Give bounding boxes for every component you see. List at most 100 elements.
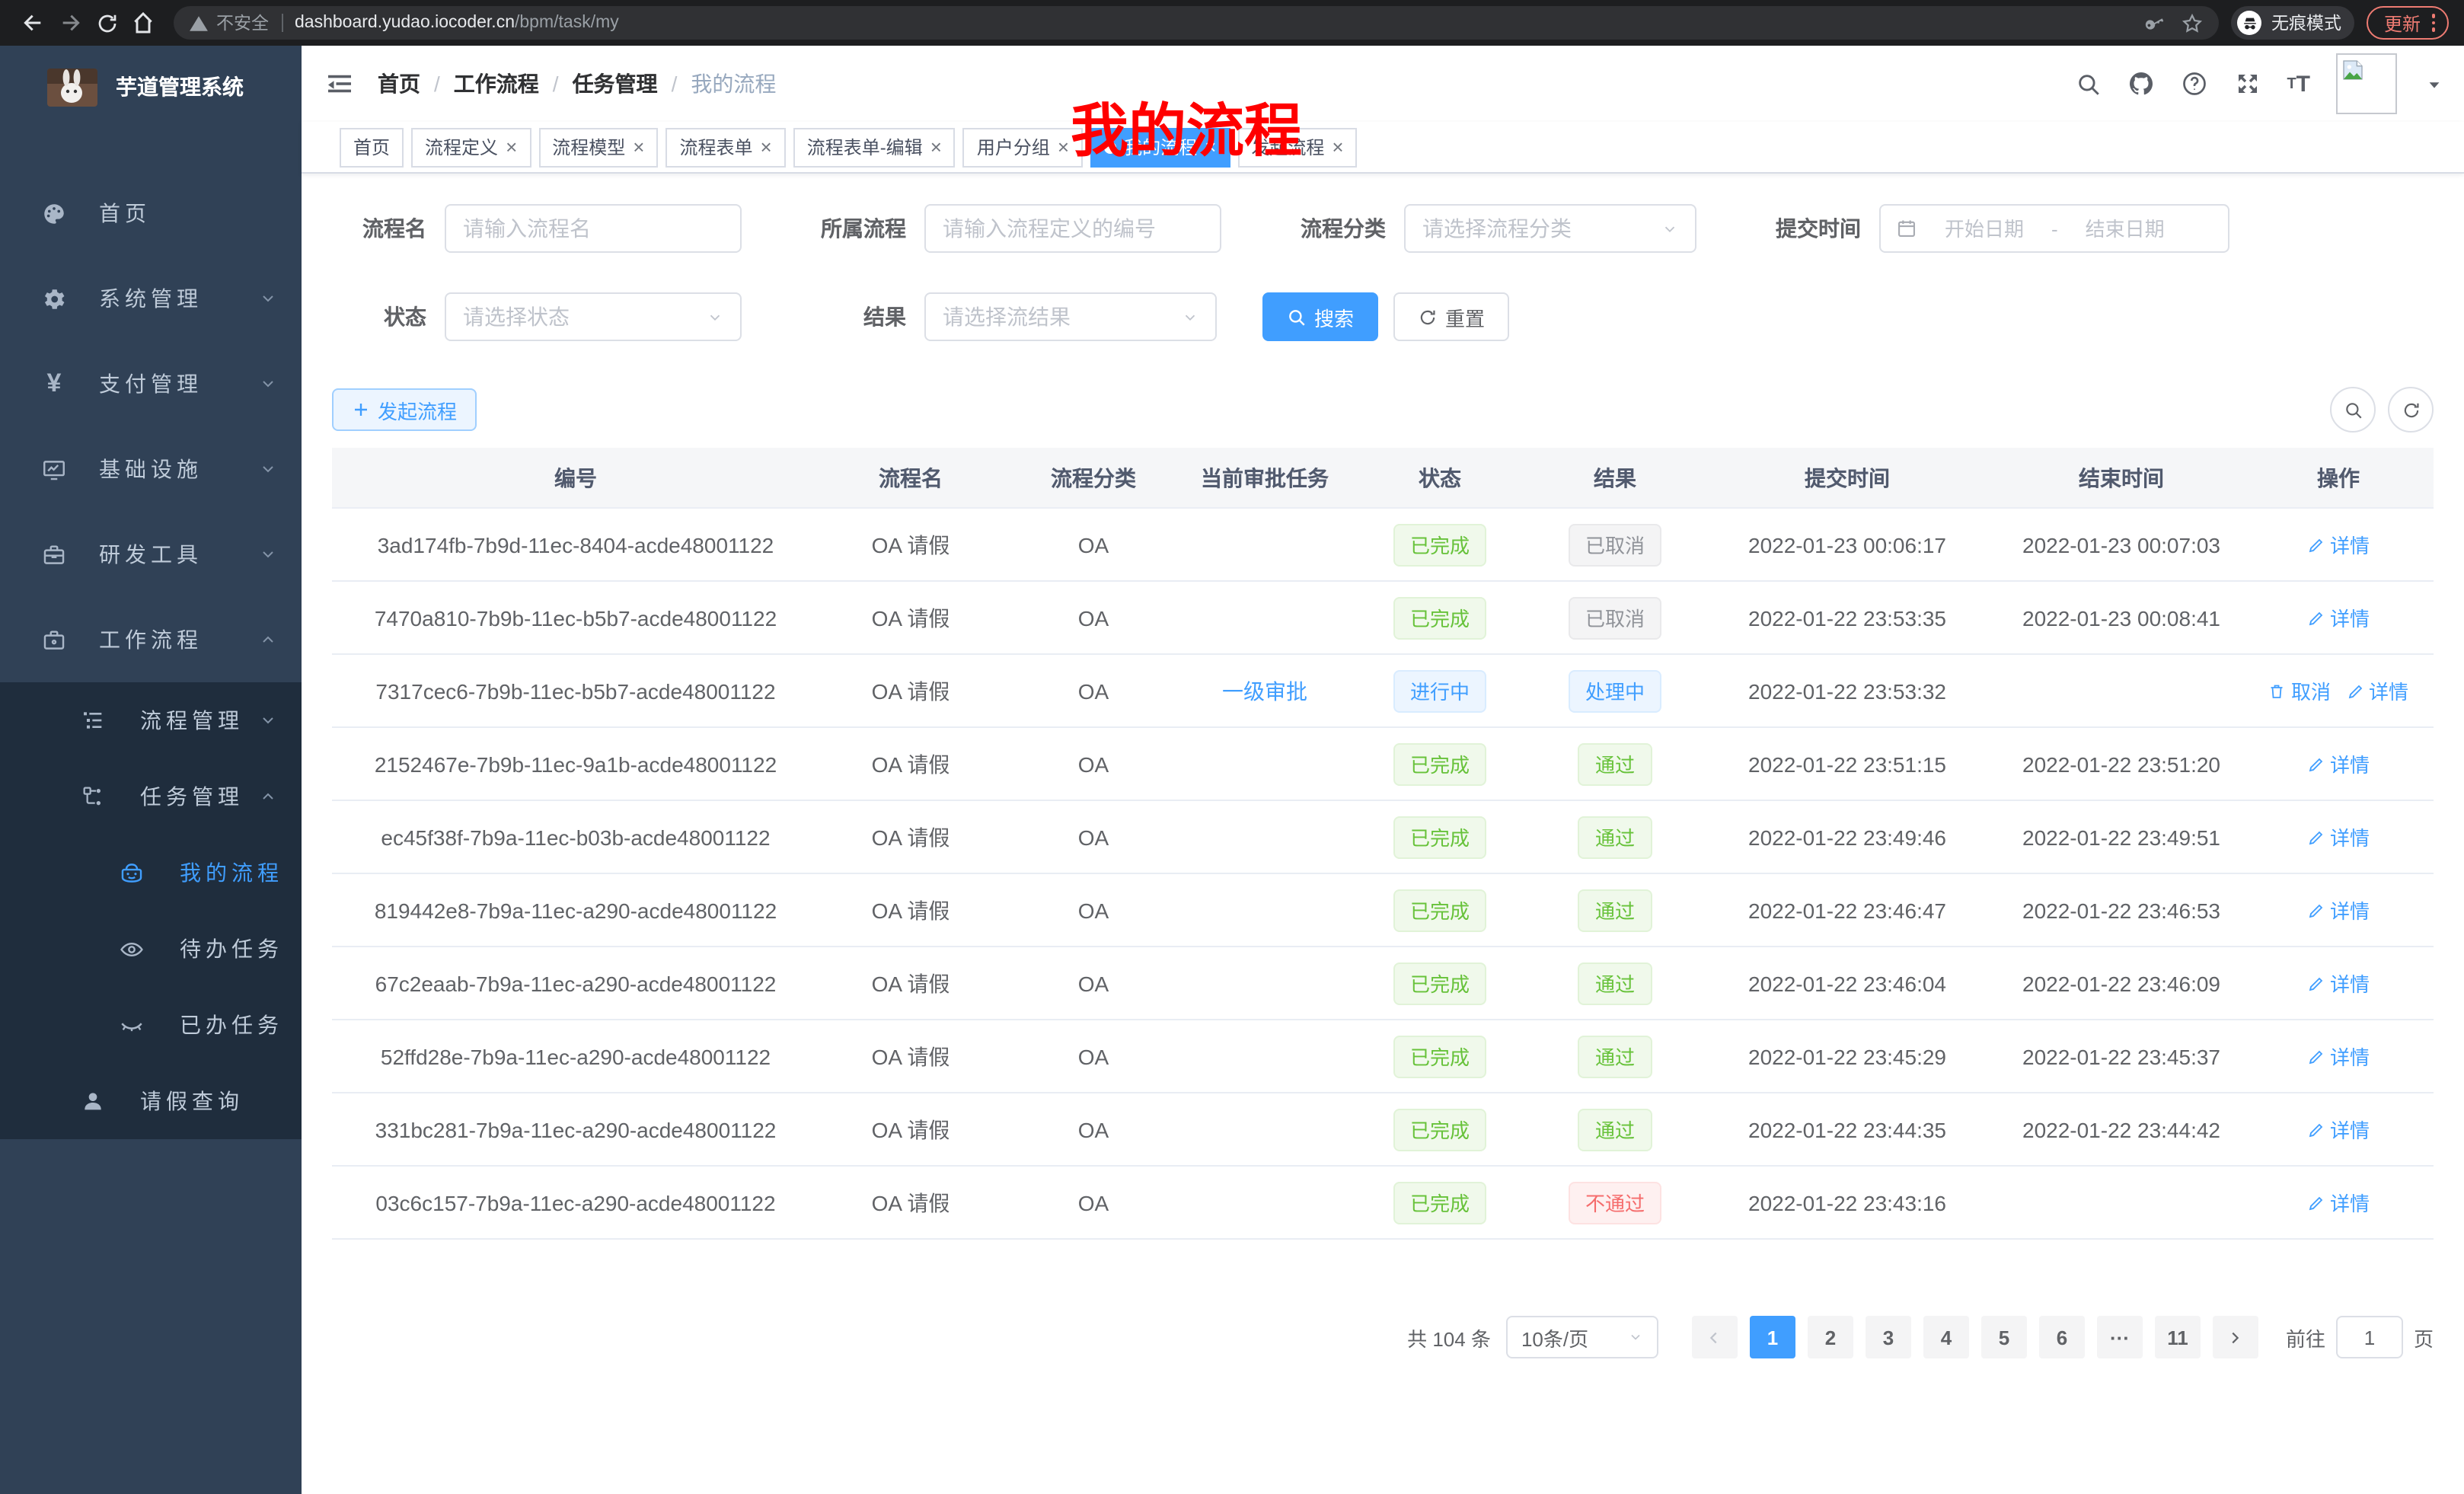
reset-button[interactable]: 重置 <box>1393 292 1509 341</box>
detail-link[interactable]: 详情 <box>2307 822 2370 851</box>
github-icon[interactable] <box>2127 70 2154 97</box>
address-separator <box>281 14 282 32</box>
sidebar-item-leave-query[interactable]: 请假查询 <box>0 1063 302 1139</box>
close-icon[interactable]: × <box>1205 137 1216 157</box>
app-logo-row[interactable]: 芋道管理系统 <box>0 46 302 128</box>
breadcrumb-task-management[interactable]: 任务管理 <box>573 69 658 99</box>
tag-process-model[interactable]: 流程模型× <box>538 127 658 167</box>
tag-user-group[interactable]: 用户分组× <box>963 127 1083 167</box>
sidebar-item-devtools[interactable]: 研发工具 <box>0 512 302 597</box>
column-header: 提交时间 <box>1695 462 2000 493</box>
refresh-table-button[interactable] <box>2388 387 2434 433</box>
tag-home[interactable]: 首页 <box>340 127 404 167</box>
search-button[interactable]: 搜索 <box>1262 292 1378 341</box>
pagination-total: 共 104 条 <box>1407 1323 1491 1352</box>
tag-start-process[interactable]: 发起流程× <box>1237 127 1357 167</box>
breadcrumb-workflow[interactable]: 工作流程 <box>454 69 539 99</box>
help-icon[interactable] <box>2180 70 2207 97</box>
back-icon[interactable] <box>15 5 52 41</box>
start-process-button[interactable]: 发起流程 <box>332 388 477 431</box>
sidebar-item-system[interactable]: 系统管理 <box>0 256 302 341</box>
dashboard-icon <box>41 200 67 226</box>
close-icon[interactable]: × <box>633 137 644 157</box>
sidebar-item-todo-tasks[interactable]: 待办任务 <box>0 911 302 987</box>
reload-icon[interactable] <box>88 5 125 41</box>
browser-menu-icon[interactable] <box>2431 14 2435 32</box>
avatar[interactable] <box>2336 53 2397 114</box>
cell-end-time: 2022-01-22 23:46:53 <box>2000 898 2243 922</box>
cell-id: 331bc281-7b9a-11ec-a290-acde48001122 <box>332 1117 819 1141</box>
cell-id: 2152467e-7b9b-11ec-9a1b-acde48001122 <box>332 752 819 776</box>
font-size-icon[interactable]: TT <box>2287 71 2310 97</box>
detail-link[interactable]: 详情 <box>2307 1188 2370 1217</box>
current-task-link[interactable]: 一级审批 <box>1222 675 1307 706</box>
status-badge: 已完成 <box>1393 1108 1486 1151</box>
submit-time-range-picker[interactable]: - <box>1879 204 2229 253</box>
close-icon[interactable]: × <box>930 137 942 157</box>
sidebar-item-workflow[interactable]: 工作流程 <box>0 597 302 682</box>
detail-link[interactable]: 详情 <box>2346 676 2408 705</box>
detail-link[interactable]: 详情 <box>2307 1042 2370 1071</box>
address-bar[interactable]: 不安全 dashboard.yudao.iocoder.cn/bpm/task/… <box>174 6 2220 40</box>
close-icon[interactable]: × <box>1058 137 1069 157</box>
process-name-input[interactable] <box>445 204 742 253</box>
detail-link[interactable]: 详情 <box>2307 530 2370 559</box>
goto-page-input[interactable] <box>2336 1316 2403 1358</box>
fullscreen-icon[interactable] <box>2233 70 2261 97</box>
cancel-link[interactable]: 取消 <box>2268 676 2331 705</box>
detail-link[interactable]: 详情 <box>2307 1115 2370 1144</box>
filter-row-2: 状态 结果 <box>332 292 2434 341</box>
start-date-input[interactable] <box>1926 217 2042 240</box>
sidebar-item-task-management[interactable]: 任务管理 <box>0 758 302 835</box>
page-button-3[interactable]: 3 <box>1866 1316 1911 1358</box>
tag-process-form-edit[interactable]: 流程表单-编辑× <box>793 127 956 167</box>
detail-link[interactable]: 详情 <box>2307 895 2370 924</box>
close-icon[interactable]: × <box>1332 137 1343 157</box>
toggle-search-button[interactable] <box>2330 387 2376 433</box>
process-definition-input[interactable] <box>924 204 1221 253</box>
goto-label: 前往 <box>2286 1323 2325 1352</box>
search-icon[interactable] <box>2075 71 2101 97</box>
breadcrumb-home[interactable]: 首页 <box>378 69 420 99</box>
close-icon[interactable]: × <box>761 137 772 157</box>
sidebar-item-done-tasks[interactable]: 已办任务 <box>0 987 302 1063</box>
category-select[interactable] <box>1404 204 1696 253</box>
sidebar-item-process-management[interactable]: 流程管理 <box>0 682 302 758</box>
detail-link[interactable]: 详情 <box>2307 749 2370 778</box>
caret-down-icon[interactable] <box>2426 75 2443 92</box>
page-button-1[interactable]: 1 <box>1750 1316 1795 1358</box>
detail-link[interactable]: 详情 <box>2307 969 2370 998</box>
page-button-4[interactable]: 4 <box>1923 1316 1969 1358</box>
status-badge: 进行中 <box>1393 669 1486 712</box>
page-button-2[interactable]: 2 <box>1808 1316 1853 1358</box>
detail-link[interactable]: 详情 <box>2307 603 2370 632</box>
end-date-input[interactable] <box>2067 217 2183 240</box>
page-button-11[interactable]: 11 <box>2155 1316 2201 1358</box>
page-button-5[interactable]: 5 <box>1981 1316 2027 1358</box>
next-page-button[interactable] <box>2213 1316 2258 1358</box>
result-select[interactable] <box>924 292 1217 341</box>
sidebar-item-home[interactable]: 首页 <box>0 171 302 256</box>
forward-icon[interactable] <box>52 5 88 41</box>
goto-unit: 页 <box>2414 1323 2434 1352</box>
bookmark-star-icon[interactable] <box>2182 11 2204 34</box>
home-icon[interactable] <box>125 5 161 41</box>
sidebar-item-infrastructure[interactable]: 基础设施 <box>0 426 302 512</box>
page-size-select[interactable]: 10条/页 <box>1506 1316 1658 1358</box>
prev-page-button[interactable] <box>1692 1316 1738 1358</box>
tag-process-form[interactable]: 流程表单× <box>665 127 785 167</box>
chevron-down-icon <box>259 460 277 478</box>
status-select[interactable] <box>445 292 742 341</box>
sidebar-toggle-icon[interactable] <box>302 46 378 122</box>
sidebar-item-payment[interactable]: ¥ 支付管理 <box>0 341 302 426</box>
sidebar-item-my-process[interactable]: 我的流程 <box>0 835 302 911</box>
more-pages-button[interactable]: ··· <box>2097 1316 2143 1358</box>
close-icon[interactable]: × <box>506 137 517 157</box>
tag-my-process[interactable]: 我的流程× <box>1090 127 1230 167</box>
tag-process-definition[interactable]: 流程定义× <box>411 127 531 167</box>
cell-end-time: 2022-01-23 00:07:03 <box>2000 532 2243 557</box>
browser-update-button[interactable]: 更新 <box>2367 6 2449 40</box>
page-button-6[interactable]: 6 <box>2039 1316 2085 1358</box>
result-badge: 处理中 <box>1569 669 1661 712</box>
password-key-icon[interactable] <box>2143 11 2166 34</box>
